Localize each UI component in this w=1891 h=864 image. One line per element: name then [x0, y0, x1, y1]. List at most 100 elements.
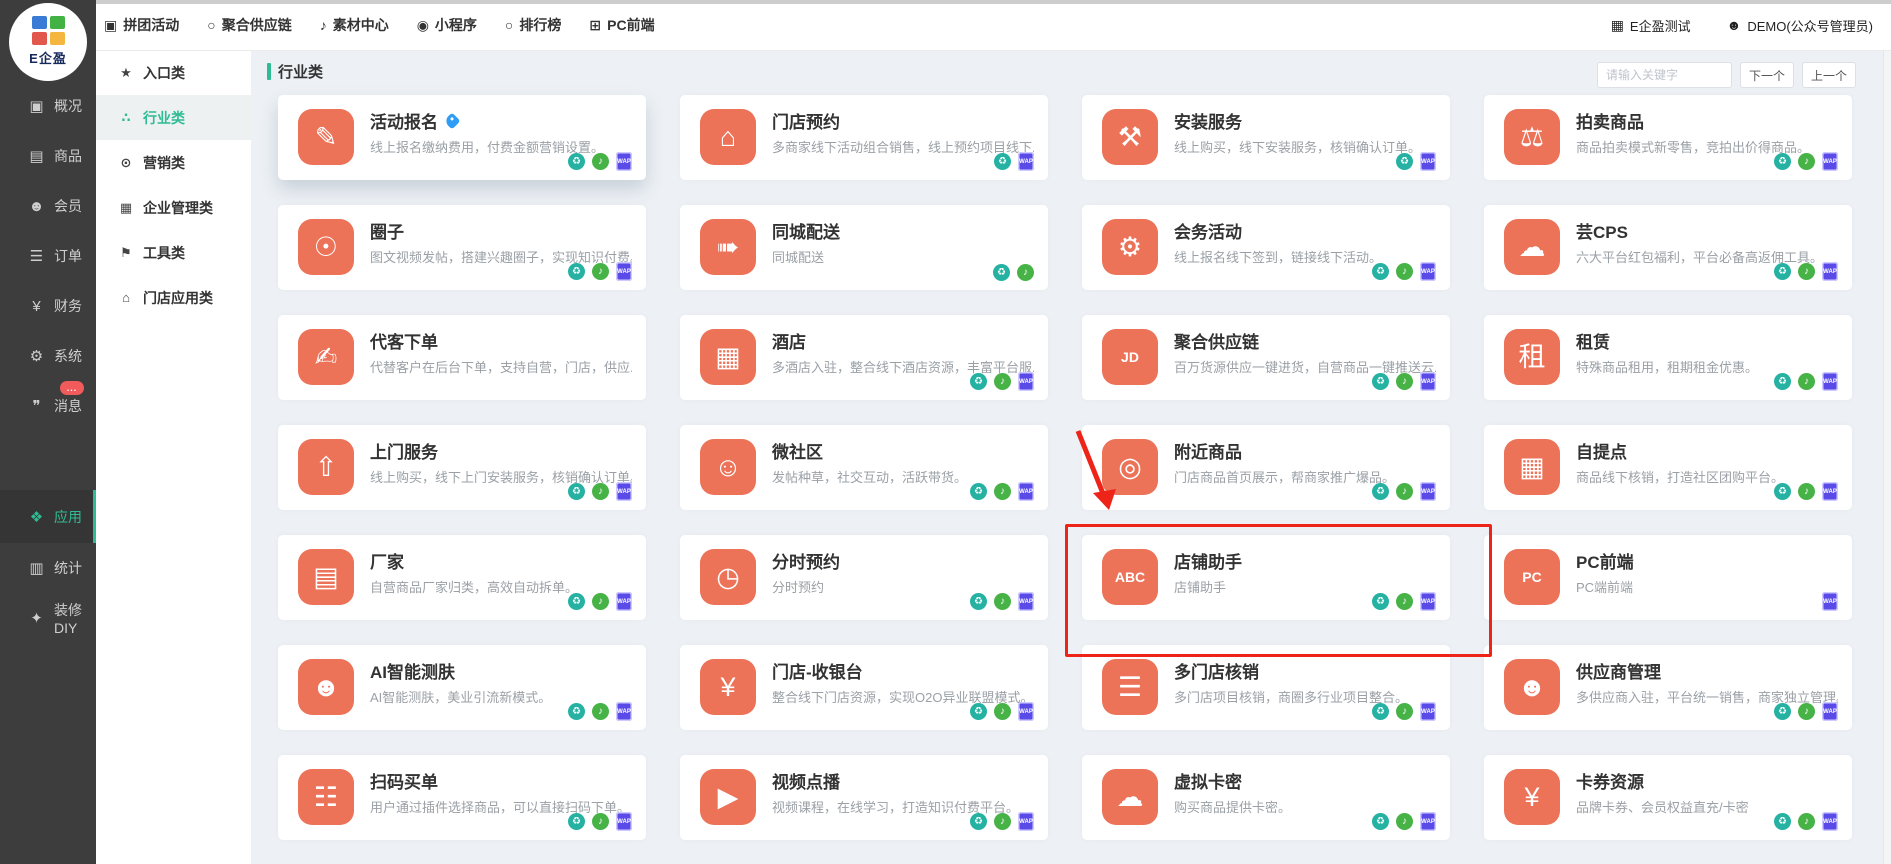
category-label: 企业管理类 — [143, 198, 213, 218]
card-description: PC端前端 — [1576, 577, 1838, 596]
app-card-卡券资源[interactable]: ¥卡券资源品牌卡券、会员权益直充/卡密♻♪WAP — [1484, 755, 1852, 840]
card-title-text: 芸CPS — [1576, 218, 1628, 243]
sidebar-item-会员[interactable]: ☻会员 — [0, 181, 96, 231]
platform-badges: ♻♪WAP — [970, 372, 1034, 391]
wap-badge-icon: WAP — [1018, 812, 1034, 831]
app-card-微社区[interactable]: ☺微社区发帖种草，社交互动，活跃带货。♻♪WAP — [680, 425, 1048, 510]
sidebar-item-商品[interactable]: ▤商品 — [0, 131, 96, 181]
factory-icon: ▤ — [298, 549, 354, 605]
top-nav-label: 聚合供应链 — [222, 15, 292, 35]
material-icon: ♪ — [320, 17, 327, 33]
top-nav-item-排行榜[interactable]: ○排行榜 — [505, 15, 561, 35]
card-title-text: 虚拟卡密 — [1174, 768, 1242, 793]
card-title-text: 供应商管理 — [1576, 658, 1661, 683]
miniprogram-badge-icon: ♻ — [970, 373, 987, 390]
category-item-营销类[interactable]: ⊙营销类 — [96, 140, 251, 185]
wechat-badge-icon: ♪ — [592, 483, 609, 500]
sidebar-item-财务[interactable]: ¥财务 — [0, 281, 96, 331]
category-item-企业管理类[interactable]: ▦企业管理类 — [96, 185, 251, 230]
conference-icon: ⚙ — [1102, 219, 1158, 275]
sidebar-item-装修DIY[interactable]: ✦装修DIY — [0, 593, 96, 643]
app-card-厂家[interactable]: ▤厂家自营商品厂家归类，高效自动拆单。♻♪WAP — [278, 535, 646, 620]
app-card-安装服务[interactable]: ⚒安装服务线上购买，线下安装服务，核销确认订单。♻WAP — [1082, 95, 1450, 180]
user-menu[interactable]: ☻ DEMO(公众号管理员) — [1727, 16, 1873, 35]
card-title: 视频点播 — [772, 768, 840, 793]
app-card-门店预约[interactable]: ⌂门店预约多商家线下活动组合销售，线上预约项目线下...♻WAP — [680, 95, 1048, 180]
category-item-工具类[interactable]: ⚑工具类 — [96, 230, 251, 275]
app-card-视频点播[interactable]: ▶视频点播视频课程，在线学习，打造知识付费平台。♻♪WAP — [680, 755, 1048, 840]
sidebar-item-label: 系统 — [54, 346, 82, 366]
top-nav-item-聚合供应链[interactable]: ○ 聚合供应链 — [207, 15, 291, 35]
card-title-text: 门店-收银台 — [772, 658, 863, 683]
sidebar-item-应用[interactable]: ❖应用 — [0, 490, 96, 543]
platform-badges: ♻WAP — [994, 152, 1034, 171]
top-nav-item-小程序[interactable]: ◉小程序 — [417, 15, 477, 35]
card-title-text: 卡券资源 — [1576, 768, 1644, 793]
app-card-租赁[interactable]: 租租赁特殊商品租用，租期租金优惠。♻♪WAP — [1484, 315, 1852, 400]
app-card-代客下单[interactable]: ✍代客下单代替客户在后台下单，支持自营，门店，供应... — [278, 315, 646, 400]
search-input[interactable] — [1597, 62, 1732, 88]
logo-icon — [32, 16, 65, 45]
app-card-分时预约[interactable]: ◷分时预约分时预约♻♪WAP — [680, 535, 1048, 620]
top-nav-item-PC前端[interactable]: ⊞PC前端 — [589, 15, 654, 35]
app-card-虚拟卡密[interactable]: ☁虚拟卡密购买商品提供卡密。♻♪WAP — [1082, 755, 1450, 840]
wap-badge-icon: WAP — [1420, 482, 1436, 501]
app-card-扫码买单[interactable]: ☷扫码买单用户通过插件选择商品，可以直接扫码下单。♻♪WAP — [278, 755, 646, 840]
card-title-text: 门店预约 — [772, 108, 840, 133]
top-nav-item-素材中心[interactable]: ♪素材中心 — [320, 15, 389, 35]
category-item-行业类[interactable]: ∴行业类 — [96, 95, 251, 140]
next-button[interactable]: 下一个 — [1740, 62, 1794, 88]
app-card-会务活动[interactable]: ⚙会务活动线上报名线下签到，链接线下活动。♻♪WAP — [1082, 205, 1450, 290]
company-switcher[interactable]: ▦ E企盈测试 — [1611, 16, 1691, 35]
app-card-供应商管理[interactable]: ☻供应商管理多供应商入驻，平台统一销售，商家独立管理。♻♪WAP — [1484, 645, 1852, 730]
app-card-聚合供应链[interactable]: JD聚合供应链百万货源供应一键进货，自营商品一键推送云...♻♪WAP — [1082, 315, 1450, 400]
header-account-area: ▦ E企盈测试 ☻ DEMO(公众号管理员) — [1611, 0, 1873, 50]
app-card-圈子[interactable]: ☉圈子图文视频发帖，搭建兴趣圈子，实现知识付费。♻♪WAP — [278, 205, 646, 290]
prev-button[interactable]: 上一个 — [1802, 62, 1856, 88]
app-card-附近商品[interactable]: ◎附近商品门店商品首页展示，帮商家推广爆品。♻♪WAP — [1082, 425, 1450, 510]
sidebar-item-订单[interactable]: ☰订单 — [0, 231, 96, 281]
platform-badges: ♻♪WAP — [1372, 702, 1436, 721]
wap-badge-icon: WAP — [1018, 152, 1034, 171]
circle-icon: ○ — [207, 17, 215, 33]
wechat-badge-icon: ♪ — [1798, 153, 1815, 170]
app-card-店铺助手[interactable]: ABC店铺助手店铺助手♻♪WAP — [1082, 535, 1450, 620]
app-card-酒店[interactable]: ▦酒店多酒店入驻，整合线下酒店资源，丰富平台服...♻♪WAP — [680, 315, 1048, 400]
wechat-badge-icon: ♪ — [994, 593, 1011, 610]
app-card-同城配送[interactable]: ➠同城配送同城配送♻♪ — [680, 205, 1048, 290]
app-card-上门服务[interactable]: ⇧上门服务线上购买，线下上门安装服务，核销确认订单。♻♪WAP — [278, 425, 646, 510]
category-label: 行业类 — [143, 108, 185, 128]
miniprogram-badge-icon: ♻ — [1372, 593, 1389, 610]
miniprogram-badge-icon: ♻ — [970, 703, 987, 720]
miniprogram-badge-icon: ♻ — [970, 813, 987, 830]
app-card-自提点[interactable]: ▦自提点商品线下核销，打造社区团购平台。♻♪WAP — [1484, 425, 1852, 510]
card-title-text: 店铺助手 — [1174, 548, 1242, 573]
miniprogram-badge-icon: ♻ — [1396, 153, 1413, 170]
wap-badge-icon: WAP — [1822, 482, 1838, 501]
sidebar-item-概况[interactable]: ▣概况 — [0, 81, 96, 131]
wechat-badge-icon: ♪ — [994, 373, 1011, 390]
sidebar-item-系统[interactable]: ⚙系统 — [0, 331, 96, 381]
wap-badge-icon: WAP — [1822, 702, 1838, 721]
sidebar-item-label: 订单 — [54, 246, 82, 266]
app-card-门店-收银台[interactable]: ¥门店-收银台整合线下门店资源，实现O2O异业联盟模式。♻♪WAP — [680, 645, 1048, 730]
category-item-门店应用类[interactable]: ⌂门店应用类 — [96, 275, 251, 320]
app-card-拍卖商品[interactable]: ⚖拍卖商品商品拍卖模式新零售，竞拍出价得商品。♻♪WAP — [1484, 95, 1852, 180]
sidebar-item-统计[interactable]: ▥统计 — [0, 543, 96, 593]
miniprogram-badge-icon: ♻ — [1372, 813, 1389, 830]
store-booking-icon: ⌂ — [700, 109, 756, 165]
sidebar-item-label: 财务 — [54, 296, 82, 316]
app-card-芸CPS[interactable]: ☁芸CPS六大平台红包福利，平台必备高返佣工具。♻♪WAP — [1484, 205, 1852, 290]
content-scrollbar[interactable] — [1883, 50, 1891, 864]
apps-icon: ❖ — [28, 508, 45, 526]
brand-logo[interactable]: E企盈 — [9, 3, 87, 81]
card-title: 自提点 — [1576, 438, 1627, 463]
app-card-多门店核销[interactable]: ☰多门店核销多门店项目核销，商圈多行业项目整合。♻♪WAP — [1082, 645, 1450, 730]
platform-badges: ♻WAP — [1396, 152, 1436, 171]
top-nav-item-拼团活动[interactable]: ▣拼团活动 — [104, 15, 179, 35]
app-card-PC前端[interactable]: PCPC前端PC端前端WAP — [1484, 535, 1852, 620]
app-card-活动报名[interactable]: ✎活动报名线上报名缴纳费用，付费金额营销设置。♻♪WAP — [278, 95, 646, 180]
wechat-badge-icon: ♪ — [1798, 263, 1815, 280]
app-card-AI智能测肤[interactable]: ☻AI智能测肤AI智能测肤，美业引流新模式。♻♪WAP — [278, 645, 646, 730]
category-item-入口类[interactable]: ★入口类 — [96, 50, 251, 95]
